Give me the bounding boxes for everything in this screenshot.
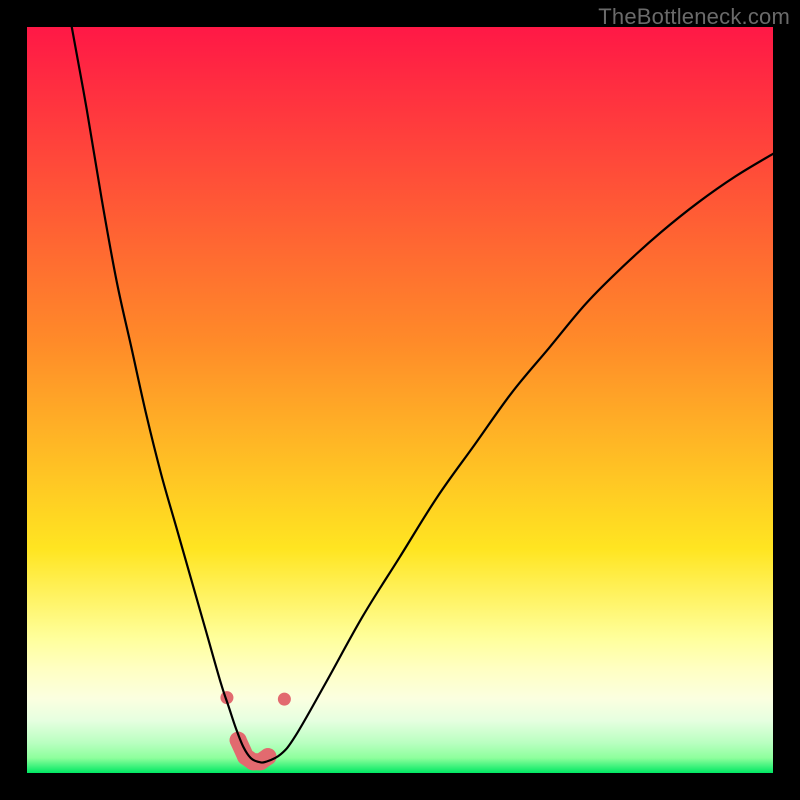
chart-svg [27, 27, 773, 773]
chart-plot-area [27, 27, 773, 773]
chart-frame: TheBottleneck.com [0, 0, 800, 800]
marker-dot [278, 693, 291, 706]
heatmap-background [27, 27, 773, 773]
watermark-text: TheBottleneck.com [598, 4, 790, 30]
